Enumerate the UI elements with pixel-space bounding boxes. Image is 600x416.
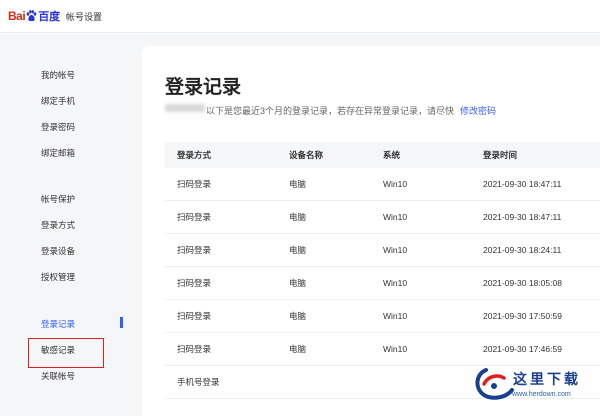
column-header-login-time: 登录时间 bbox=[471, 142, 600, 168]
baidu-logo[interactable]: Bai 百度 bbox=[8, 7, 60, 25]
sidebar-item-bind-phone[interactable]: 绑定手机 bbox=[41, 95, 75, 107]
logo-bai-text: Bai bbox=[8, 9, 26, 23]
watermark-url: www.herdown.com bbox=[512, 391, 571, 398]
sidebar-item-linked-accounts[interactable]: 关联帐号 bbox=[41, 370, 75, 382]
cell-device: 电脑 bbox=[277, 168, 371, 201]
page-title: 登录记录 bbox=[165, 77, 242, 98]
cell-system: Win10 bbox=[371, 233, 471, 267]
cell-device: 电脑 bbox=[277, 200, 371, 234]
page-header-title: 帐号设置 bbox=[66, 12, 103, 22]
sidebar-item-login-methods[interactable]: 登录方式 bbox=[41, 219, 75, 231]
sidebar-item-sensitive-records[interactable]: 敏感记录 bbox=[41, 344, 75, 356]
sidebar-item-authorization[interactable]: 授权管理 bbox=[41, 271, 75, 283]
sidebar: 我的帐号 绑定手机 登录密码 绑定邮箱 帐号保护 登录方式 登录设备 授权管理 … bbox=[0, 33, 126, 404]
cell-device: 电脑 bbox=[277, 233, 371, 267]
change-password-link[interactable]: 修改密码 bbox=[460, 106, 496, 116]
sidebar-item-login-records[interactable]: 登录记录 bbox=[41, 318, 75, 330]
cell-time: 2021-09-30 18:24:11 bbox=[471, 233, 600, 267]
column-header-system: 系统 bbox=[371, 142, 471, 168]
active-indicator bbox=[120, 317, 123, 328]
cell-time: 2021-09-30 17:50:59 bbox=[471, 299, 600, 333]
watermark-text: 这里下载 bbox=[513, 372, 581, 388]
cell-system: Win10 bbox=[371, 299, 471, 333]
sidebar-item-my-account[interactable]: 我的帐号 bbox=[41, 69, 75, 81]
table-row: 扫码登录 电脑 Win10 2021-09-30 18:47:11 bbox=[165, 168, 600, 201]
cell-time: 2021-09-30 18:47:11 bbox=[471, 168, 600, 201]
table-row: 扫码登录 电脑 Win10 2021-09-30 18:47:11 bbox=[165, 200, 600, 234]
column-header-login-method: 登录方式 bbox=[165, 142, 277, 168]
logo-du-text: 百度 bbox=[38, 11, 61, 23]
paw-icon bbox=[26, 10, 37, 22]
cell-login-method: 扫码登录 bbox=[165, 200, 277, 234]
cell-system: Win10 bbox=[371, 168, 471, 201]
sidebar-item-bind-email[interactable]: 绑定邮箱 bbox=[41, 147, 75, 159]
cell-login-method: 扫码登录 bbox=[165, 332, 277, 366]
cell-login-method: 扫码登录 bbox=[165, 168, 277, 201]
column-header-device-name: 设备名称 bbox=[277, 142, 371, 168]
cell-device: 电脑 bbox=[277, 266, 371, 300]
top-bar: Bai 百度 帐号设置 bbox=[0, 0, 600, 33]
cell-device: 电脑 bbox=[277, 299, 371, 333]
blurred-username bbox=[165, 104, 205, 112]
description-text: 以下是您最近3个月的登录记录，若存在异常登录记录，请尽快 bbox=[206, 106, 455, 116]
table-row: 扫码登录 电脑 Win10 2021-09-30 18:24:11 bbox=[165, 233, 600, 267]
table-row: 扫码登录 电脑 Win10 2021-09-30 17:50:59 bbox=[165, 299, 600, 333]
cell-login-method: 扫码登录 bbox=[165, 233, 277, 267]
sidebar-item-account-protection[interactable]: 帐号保护 bbox=[41, 193, 75, 205]
sidebar-item-login-password[interactable]: 登录密码 bbox=[41, 121, 75, 133]
table-row: 扫码登录 电脑 Win10 2021-09-30 18:05:08 bbox=[165, 266, 600, 300]
cell-time: 2021-09-30 17:46:59 bbox=[471, 332, 600, 366]
description: 以下是您最近3个月的登录记录，若存在异常登录记录，请尽快 修改密码 bbox=[206, 104, 496, 117]
sidebar-item-login-devices[interactable]: 登录设备 bbox=[41, 245, 75, 257]
cell-system: Win10 bbox=[371, 200, 471, 234]
main-panel: 登录记录 以下是您最近3个月的登录记录，若存在异常登录记录，请尽快 修改密码 登录… bbox=[142, 46, 600, 416]
cell-time: 2021-09-30 18:47:11 bbox=[471, 200, 600, 234]
cell-system: Win10 bbox=[371, 332, 471, 366]
login-records-table: 登录方式 设备名称 系统 登录时间 扫码登录 电脑 Win10 2021-09-… bbox=[165, 142, 600, 399]
cell-time: 2021-09-30 18:05:08 bbox=[471, 266, 600, 300]
cell-login-method: 扫码登录 bbox=[165, 299, 277, 333]
cell-device: 电脑 bbox=[277, 332, 371, 366]
table-header-row: 登录方式 设备名称 系统 登录时间 bbox=[165, 142, 600, 168]
cell-login-method: 扫码登录 bbox=[165, 266, 277, 300]
table-row: 扫码登录 电脑 Win10 2021-09-30 17:46:59 bbox=[165, 332, 600, 366]
cell-system: Win10 bbox=[371, 266, 471, 300]
